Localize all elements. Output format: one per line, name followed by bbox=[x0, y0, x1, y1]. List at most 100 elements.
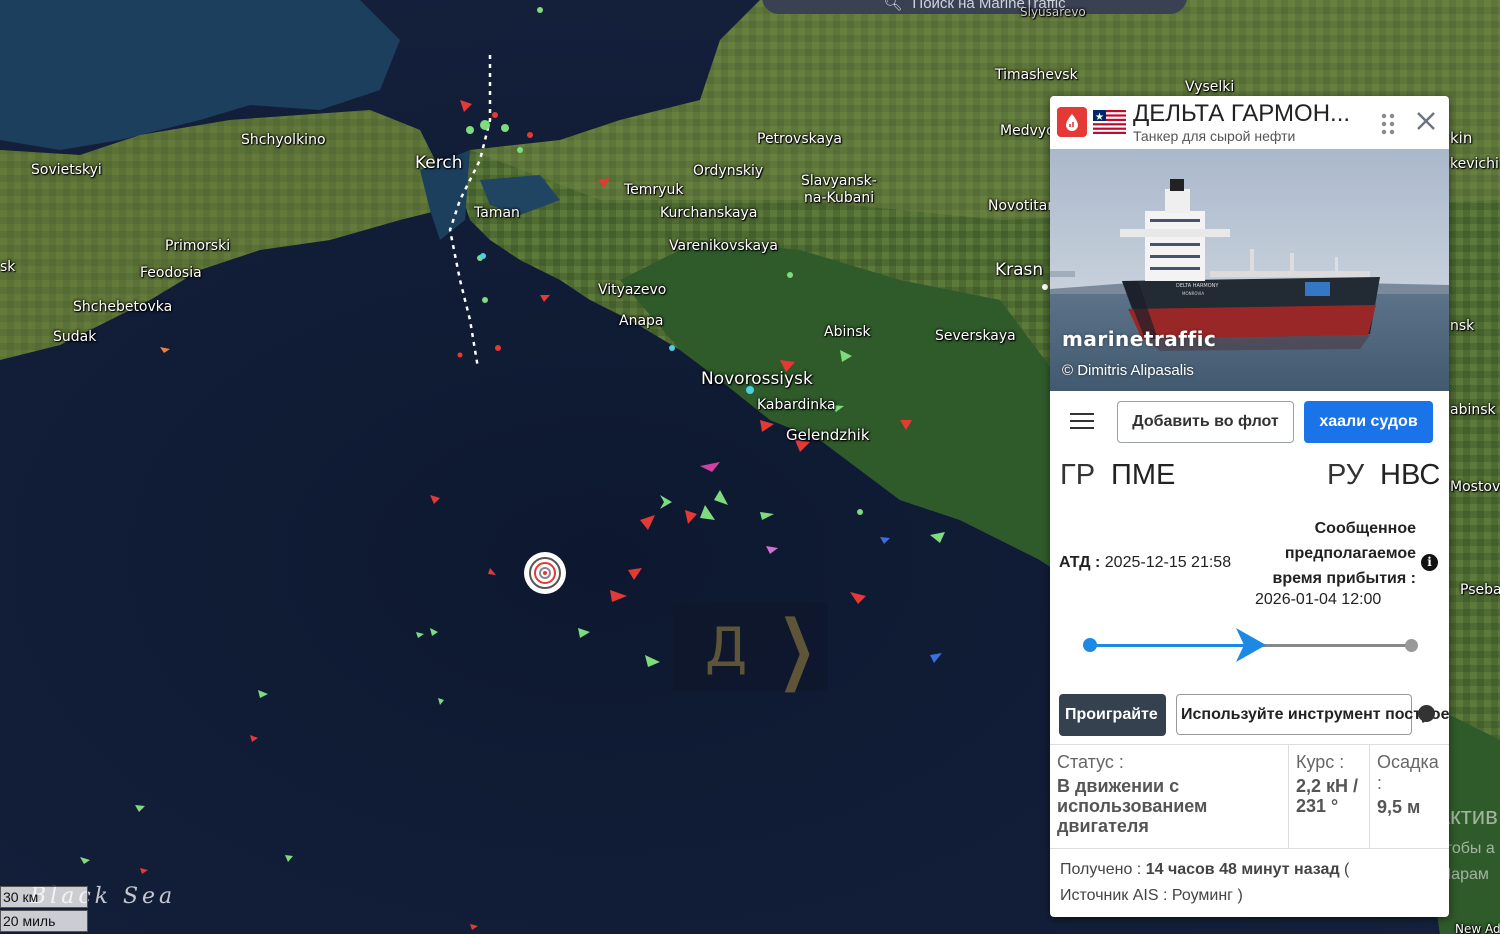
ais-received-info: Получено : 14 часов 48 минут назад ( Ист… bbox=[1050, 848, 1449, 917]
map-search-bar[interactable]: 🔍︎ Поиск на MarineTraffic bbox=[762, 0, 1187, 14]
place-label: Vityazevo bbox=[598, 282, 667, 298]
place-label: Gelendzhik bbox=[786, 426, 870, 444]
drag-handle-icon[interactable] bbox=[1380, 112, 1396, 136]
eta-label: Сообщенное предполагаемое время прибытия… bbox=[1266, 516, 1416, 591]
place-label: Vyselki bbox=[1185, 79, 1235, 95]
place-label: kin bbox=[1450, 129, 1473, 147]
place-label: Shchyolkino bbox=[241, 132, 326, 148]
place-label: Kabardinka bbox=[757, 397, 836, 413]
atd-label: АТД : bbox=[1059, 554, 1101, 571]
status-stat: Статус : В движении с использованием дви… bbox=[1050, 745, 1289, 848]
tool-row: Проиграйте Используйте инструмент постро… bbox=[1050, 678, 1449, 736]
place-label: Petrovskaya bbox=[757, 131, 842, 147]
menu-icon[interactable] bbox=[1070, 413, 1094, 431]
place-label: Medvyo bbox=[1000, 123, 1055, 139]
place-label: Sovietskyi bbox=[31, 162, 102, 178]
place-label: Sudak bbox=[53, 329, 97, 345]
place-label: nsk bbox=[1450, 318, 1475, 334]
selected-vessel-marker[interactable] bbox=[524, 552, 566, 594]
received-value: 14 часов 48 минут назад bbox=[1145, 861, 1340, 878]
scale-miles: 20 миль bbox=[0, 910, 88, 932]
place-label: Feodosia bbox=[140, 265, 202, 281]
departure-port[interactable]: ПМЕ bbox=[1111, 459, 1175, 492]
departure-country: ГР bbox=[1060, 459, 1096, 491]
panel-header: ДЕЛЬТА ГАРМОН... Танкер для сырой нефти bbox=[1050, 96, 1449, 149]
close-icon[interactable] bbox=[1415, 106, 1437, 140]
channel-watermark-logo: Д ❯ bbox=[673, 602, 828, 692]
draught-value: 9,5 м bbox=[1377, 797, 1421, 817]
place-label: Pseba bbox=[1460, 582, 1500, 598]
help-icon[interactable] bbox=[1418, 705, 1435, 722]
hull-port-text: MONROVIA bbox=[1182, 291, 1204, 296]
search-icon: 🔍︎ bbox=[883, 0, 903, 12]
voyage-ports: ГР ПМЕ РУ НВС bbox=[1050, 457, 1449, 497]
vessel-type: Танкер для сырой нефти bbox=[1133, 128, 1296, 144]
place-label: Mostovs bbox=[1450, 479, 1500, 495]
progress-start-dot bbox=[1083, 638, 1097, 652]
watermark-chevron-icon: ❯ bbox=[777, 602, 817, 692]
watermark-letter: Д bbox=[705, 615, 748, 679]
atd-value: 2025-12-15 21:58 bbox=[1104, 554, 1232, 571]
place-label: sk bbox=[0, 259, 16, 275]
place-label: Severskaya bbox=[935, 328, 1016, 344]
status-label: Статус : bbox=[1057, 752, 1124, 772]
vessel-name: ДЕЛЬТА ГАРМОН... bbox=[1133, 100, 1351, 127]
tanker-icon bbox=[1057, 107, 1087, 137]
add-to-fleet-button[interactable]: Добавить во флот bbox=[1117, 401, 1294, 443]
eta-label-line: предполагаемое bbox=[1284, 545, 1416, 562]
course-label: Курс : bbox=[1296, 752, 1345, 772]
place-label: Novotitar bbox=[988, 198, 1054, 214]
place-label: Slyusarevo bbox=[1020, 5, 1086, 19]
draught-stat: Осадка : 9,5 м bbox=[1370, 745, 1449, 848]
vessel-position-arrow-icon bbox=[1236, 628, 1266, 662]
source-label: Источник AIS : bbox=[1060, 887, 1168, 904]
info-icon[interactable]: i bbox=[1421, 554, 1438, 571]
progress-fill bbox=[1089, 644, 1250, 647]
place-label: Novorossiysk bbox=[701, 369, 813, 389]
place-label: Varenikovskaya bbox=[669, 238, 778, 254]
liberia-flag-icon bbox=[1093, 110, 1126, 134]
atd: АТД : 2025-12-15 21:58 bbox=[1059, 554, 1231, 572]
place-label: Primorski bbox=[165, 238, 231, 254]
vessel-stats: Статус : В движении с использованием дви… bbox=[1050, 744, 1449, 848]
received-paren-close: ) bbox=[1237, 887, 1243, 904]
voyage-progress bbox=[1050, 593, 1449, 678]
panel-actions: Добавить во флот хаали судов bbox=[1050, 391, 1449, 457]
draught-label: Осадка : bbox=[1377, 752, 1439, 793]
place-label: Taman bbox=[474, 205, 520, 221]
route-button[interactable]: хаали судов bbox=[1304, 401, 1433, 443]
ship-photo-image: DELTA HARMONY MONROVIA bbox=[1050, 149, 1449, 391]
place-label: Slavyansk- bbox=[801, 173, 877, 189]
place-label: Kerch bbox=[415, 153, 463, 173]
play-track-button[interactable]: Проиграйте bbox=[1059, 694, 1166, 736]
place-label: Anapa bbox=[619, 313, 664, 329]
place-label: Ordynskiy bbox=[693, 163, 764, 179]
photo-brand-watermark: marinetraffic bbox=[1062, 327, 1217, 351]
eta-label-line: Сообщенное bbox=[1314, 520, 1416, 537]
source-value: Роуминг bbox=[1171, 887, 1234, 904]
vessel-photo[interactable]: DELTA HARMONY MONROVIA marinetraffic © D… bbox=[1050, 149, 1449, 391]
place-label: Kurchanskaya bbox=[660, 205, 758, 221]
place-label: na-Kubani bbox=[804, 190, 875, 206]
place-label: New Ad bbox=[1455, 922, 1500, 934]
received-paren-open: ( bbox=[1344, 861, 1350, 878]
place-label: Temryuk bbox=[624, 182, 684, 198]
place-label: kevichi bbox=[1450, 156, 1499, 172]
eta-label-line: время прибытия : bbox=[1272, 570, 1416, 587]
course-value: 2,2 кН / 231 ° bbox=[1296, 776, 1359, 816]
destination-port[interactable]: НВС bbox=[1380, 459, 1440, 492]
voyage-times: АТД : 2025-12-15 21:58 Сообщенное предпо… bbox=[1050, 497, 1449, 608]
course-stat: Курс : 2,2 кН / 231 ° bbox=[1289, 745, 1370, 848]
place-label: abinsk bbox=[1450, 402, 1496, 418]
photo-credit: © Dimitris Alipasalis bbox=[1062, 362, 1194, 379]
hull-name-text: DELTA HARMONY bbox=[1176, 283, 1219, 289]
progress-end-dot bbox=[1405, 639, 1418, 652]
place-label: Krasn bbox=[995, 260, 1044, 280]
place-label: Abinsk bbox=[824, 324, 871, 340]
status-value: В движении с использованием двигателя bbox=[1057, 776, 1208, 836]
route-tool-button[interactable]: Используйте инструмент построения маршру… bbox=[1176, 694, 1449, 735]
vessel-info-panel: ДЕЛЬТА ГАРМОН... Танкер для сырой нефти bbox=[1050, 96, 1449, 917]
scale-km: 30 км bbox=[0, 886, 88, 908]
place-label: Timashevsk bbox=[995, 67, 1078, 83]
received-label: Получено : bbox=[1060, 861, 1142, 878]
